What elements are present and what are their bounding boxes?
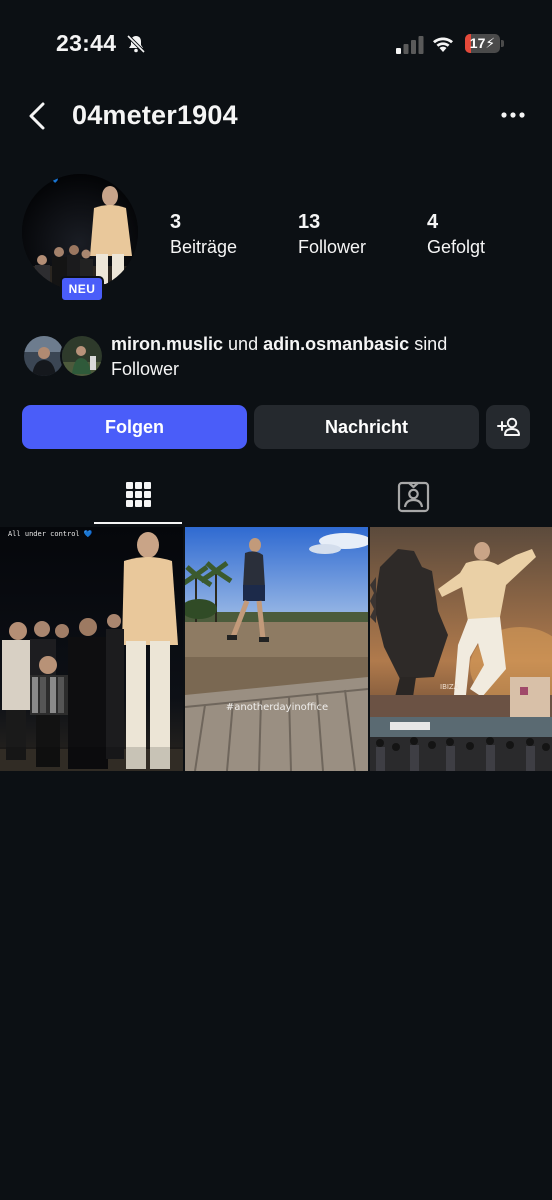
stat-followers-label: Follower	[298, 237, 367, 257]
stat-following-label: Gefolgt	[427, 237, 486, 257]
message-button[interactable]: Nachricht	[254, 405, 479, 449]
follower-avatar-2	[60, 334, 104, 378]
signal-icon	[396, 36, 424, 54]
avatar[interactable]: 💙	[22, 174, 138, 290]
follower-link-1[interactable]: miron.muslic	[111, 334, 223, 354]
followed-by-text: miron.muslic und adin.osmanbasic sind Fo…	[111, 332, 521, 382]
suggest-users-button[interactable]	[486, 405, 530, 449]
post-2-image: #anotherdayinoffice	[185, 527, 368, 771]
post-thumbnail-1[interactable]: All under control 💙	[0, 527, 183, 771]
profile-tabs	[0, 470, 552, 526]
avatar-photo: 💙	[22, 174, 138, 290]
post-1-image: All under control 💙	[0, 527, 183, 771]
follower-link-2[interactable]: adin.osmanbasic	[263, 334, 409, 354]
more-options-button[interactable]	[496, 102, 530, 128]
stat-following[interactable]: 4 Gefolgt	[427, 210, 485, 260]
profile-avatar-wrapper[interactable]: 💙 NEU	[22, 174, 140, 302]
status-time: 23:44	[56, 30, 117, 56]
stat-posts-label: Beiträge	[170, 237, 238, 257]
battery-level: 17	[469, 35, 486, 51]
post-3-image: IBIZA	[370, 527, 552, 771]
active-tab-indicator	[94, 522, 182, 524]
tab-tagged[interactable]	[276, 470, 552, 526]
post-grid: All under control 💙 #anotherdayinoffice …	[0, 527, 552, 771]
followed-by-suffix-2: Follower	[111, 359, 180, 379]
followed-by-row[interactable]: miron.muslic und adin.osmanbasic sind Fo…	[22, 332, 532, 382]
followed-by-connector: und	[228, 334, 259, 354]
post-3-caption: IBIZA	[440, 683, 459, 691]
status-bar: 23:44 17⚡	[0, 0, 552, 90]
followed-by-suffix-1: sind	[414, 334, 448, 354]
svg-text:💙: 💙	[52, 177, 59, 184]
stat-followers[interactable]: 13 Follower	[298, 210, 366, 260]
stat-followers-value: 13	[298, 211, 321, 233]
back-button[interactable]	[24, 100, 54, 132]
stat-following-value: 4	[427, 211, 439, 233]
new-badge: NEU	[60, 276, 104, 302]
tagged-person-icon	[397, 481, 430, 513]
post-thumbnail-3[interactable]: IBIZA	[370, 527, 552, 771]
tab-posts[interactable]	[0, 470, 276, 526]
add-person-icon	[497, 417, 520, 436]
profile-header: 04meter1904	[0, 90, 552, 142]
stat-posts[interactable]: 3 Beiträge	[170, 210, 237, 260]
post-2-caption: #anotherdayinoffice	[226, 702, 328, 713]
stat-posts-value: 3	[170, 211, 182, 233]
follow-button[interactable]: Folgen	[22, 405, 247, 449]
post-thumbnail-2[interactable]: #anotherdayinoffice	[185, 527, 368, 771]
post-1-caption: All under control 💙	[8, 529, 93, 538]
battery-icon: 17⚡	[465, 34, 505, 54]
page-title-username: 04meter1904	[72, 100, 238, 130]
bell-off-icon	[126, 34, 146, 54]
wifi-icon	[433, 37, 453, 52]
grid-icon	[126, 482, 151, 507]
